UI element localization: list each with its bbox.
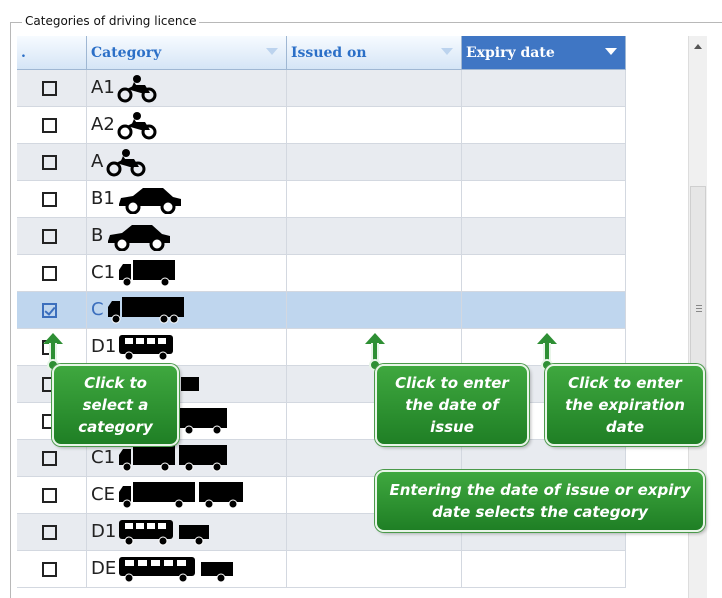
category-checkbox[interactable] — [42, 451, 57, 466]
filter-icon[interactable] — [266, 48, 278, 55]
category-label: C1 — [91, 262, 116, 283]
category-label: D1 — [91, 336, 117, 357]
category-label: B1 — [91, 188, 115, 209]
category-cell[interactable]: C — [87, 292, 287, 329]
select-cell[interactable] — [17, 292, 87, 329]
category-checkbox[interactable] — [42, 118, 57, 133]
issued-on-cell[interactable] — [287, 107, 462, 144]
issued-on-cell[interactable] — [287, 218, 462, 255]
callout-expiration-date: Click to enter the expiration date — [545, 364, 705, 446]
category-checkbox[interactable] — [42, 229, 57, 244]
issued-on-cell[interactable] — [287, 255, 462, 292]
bus-icon — [117, 332, 177, 366]
group-title: Categories of driving licence — [22, 13, 200, 29]
select-header-label: . — [21, 45, 26, 61]
issued-on-cell[interactable] — [287, 70, 462, 107]
category-label: DE — [91, 558, 117, 579]
issued-on-header-label: Issued on — [291, 45, 367, 61]
table-row[interactable]: D1 — [17, 329, 626, 366]
issued-on-cell[interactable] — [287, 181, 462, 218]
table-row[interactable]: A — [17, 144, 626, 181]
table-row[interactable]: B — [17, 218, 626, 255]
callout-selects-category: Entering the date of issue or expiry dat… — [375, 470, 705, 532]
select-cell[interactable] — [17, 255, 87, 292]
category-cell[interactable]: B — [87, 218, 287, 255]
category-cell[interactable]: DE — [87, 551, 287, 588]
column-header-expiry-date[interactable]: Expiry date — [462, 36, 626, 70]
category-cell[interactable]: A2 — [87, 107, 287, 144]
callout-date-of-issue: Click to enter the date of issue — [375, 364, 529, 446]
expiry-date-cell[interactable] — [462, 292, 626, 329]
category-header-label: Category — [91, 45, 162, 61]
select-cell[interactable] — [17, 218, 87, 255]
issued-on-cell[interactable] — [287, 551, 462, 588]
category-cell[interactable]: B1 — [87, 181, 287, 218]
column-header-category[interactable]: Category — [87, 36, 287, 70]
callout-select-category: Click to select a category — [52, 364, 179, 446]
category-checkbox[interactable] — [42, 155, 57, 170]
category-cell[interactable]: A — [87, 144, 287, 181]
expiry-date-cell[interactable] — [462, 255, 626, 292]
expiry-date-cell[interactable] — [462, 107, 626, 144]
large-truck-icon — [106, 295, 186, 329]
select-cell[interactable] — [17, 107, 87, 144]
category-label: A1 — [91, 77, 115, 98]
column-header-issued-on[interactable]: Issued on — [287, 36, 462, 70]
category-cell[interactable]: C1 — [87, 255, 287, 292]
expiry-date-cell[interactable] — [462, 144, 626, 181]
category-label: B — [91, 225, 104, 246]
table-row[interactable]: B1 — [17, 181, 626, 218]
truck-icon — [117, 258, 177, 292]
table-row[interactable]: A2 — [17, 107, 626, 144]
select-cell[interactable] — [17, 70, 87, 107]
table-row[interactable]: A1 — [17, 70, 626, 107]
category-cell[interactable]: CE — [87, 477, 287, 514]
category-label: A2 — [91, 114, 115, 135]
table-row[interactable]: C1 — [17, 255, 626, 292]
category-checkbox[interactable] — [42, 192, 57, 207]
expiry-date-cell[interactable] — [462, 551, 626, 588]
select-cell[interactable] — [17, 181, 87, 218]
category-label: C — [91, 299, 104, 320]
car-icon — [106, 221, 172, 255]
category-checkbox[interactable] — [42, 525, 57, 540]
category-checkbox[interactable] — [42, 488, 57, 503]
category-cell[interactable]: D1 — [87, 514, 287, 551]
motorcycle-icon — [117, 73, 157, 107]
filter-icon[interactable] — [441, 48, 453, 55]
select-cell[interactable] — [17, 551, 87, 588]
category-checkbox[interactable] — [42, 81, 57, 96]
category-label: D1 — [91, 521, 117, 542]
table-row[interactable]: C — [17, 292, 626, 329]
large-bus-trailer-icon — [117, 554, 235, 588]
category-cell[interactable]: A1 — [87, 70, 287, 107]
category-checkbox[interactable] — [42, 562, 57, 577]
issued-on-cell[interactable] — [287, 292, 462, 329]
scroll-up-arrow-icon[interactable] — [694, 44, 702, 49]
column-header-select[interactable]: . — [17, 36, 87, 70]
select-cell[interactable] — [17, 144, 87, 181]
category-label: A — [91, 151, 104, 172]
expiry-date-header-label: Expiry date — [466, 45, 555, 61]
motorcycle-icon — [106, 147, 146, 181]
select-cell[interactable] — [17, 477, 87, 514]
issued-on-cell[interactable] — [287, 144, 462, 181]
category-cell[interactable]: D1 — [87, 329, 287, 366]
category-checkbox[interactable] — [42, 303, 57, 318]
bus-trailer-icon — [117, 517, 211, 551]
expiry-date-cell[interactable] — [462, 218, 626, 255]
category-checkbox[interactable] — [42, 266, 57, 281]
motorcycle-icon — [117, 110, 157, 144]
car-icon — [117, 184, 183, 218]
select-cell[interactable] — [17, 514, 87, 551]
expiry-date-cell[interactable] — [462, 70, 626, 107]
expiry-date-cell[interactable] — [462, 181, 626, 218]
truck-trailer-icon — [117, 443, 229, 477]
table-row[interactable]: DE — [17, 551, 626, 588]
category-label: CE — [91, 484, 115, 505]
grip-icon — [696, 305, 702, 306]
filter-icon[interactable] — [605, 48, 617, 55]
large-truck-trailer-icon — [117, 480, 245, 514]
category-label: C1 — [91, 447, 116, 468]
